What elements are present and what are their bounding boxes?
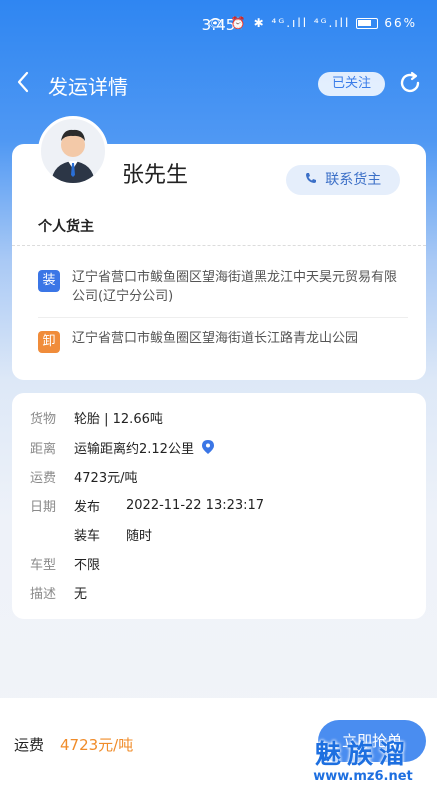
phone-icon	[305, 172, 321, 188]
refresh-icon[interactable]	[397, 70, 423, 96]
distance-label: 距离	[30, 441, 57, 457]
date-label: 日期	[30, 499, 57, 515]
location-pin-icon[interactable]	[201, 440, 214, 454]
cargo-label: 货物	[30, 411, 57, 427]
battery-percent: 66%	[384, 16, 417, 30]
person-avatar-icon	[51, 129, 95, 183]
freight-row: 运费 4723元/吨	[30, 466, 137, 486]
unload-badge: 卸	[38, 331, 60, 353]
nav-bar: 发运详情 已关注	[0, 62, 437, 106]
loading-value: 随时	[126, 528, 153, 544]
bottom-fee-label: 运费	[14, 736, 45, 754]
watermark-url: www.mz6.net	[313, 769, 413, 784]
distance-value: 运输距离约2.12公里	[74, 441, 194, 457]
load-badge: 装	[38, 270, 60, 292]
watermark-title: 魅族溜	[314, 740, 411, 770]
follow-button[interactable]: 已关注	[317, 72, 385, 96]
contact-owner-label: 联系货主	[325, 172, 382, 188]
vehicle-row: 车型 不限	[30, 553, 100, 573]
description-label: 描述	[30, 586, 57, 602]
cargo-value: 轮胎 | 12.66吨	[74, 411, 163, 427]
battery-icon	[356, 17, 379, 29]
watermark: 魅族溜 www.mz6.net	[298, 742, 428, 783]
vehicle-value: 不限	[74, 557, 101, 573]
owner-name: 张先生	[122, 163, 189, 188]
description-row: 描述 无	[30, 582, 87, 602]
avatar	[38, 116, 108, 186]
status-indicator-icons: 👁 ⏰ ✱ ⁴ᴳ.ıll ⁴ᴳ.ıll	[207, 16, 351, 30]
card-divider	[12, 245, 426, 246]
back-arrow-icon[interactable]	[16, 70, 30, 99]
publish-value: 2022-11-22 13:23:17	[126, 497, 265, 513]
contact-owner-button[interactable]: 联系货主	[286, 165, 400, 195]
load-address: 辽宁省营口市鲅鱼圈区望海街道黑龙江中天昊元贸易有限公司(辽宁分公司)	[72, 270, 398, 304]
publish-label: 发布	[74, 499, 101, 515]
cargo-row: 货物 轮胎 | 12.66吨	[30, 407, 163, 427]
bottom-fee-value: 4723元/吨	[60, 736, 134, 754]
date-row: 日期 发布 2022-11-22 13:23:17	[30, 495, 264, 515]
loading-label: 装车	[74, 528, 101, 544]
route-unload: 卸 辽宁省营口市鲅鱼圈区望海街道长江路青龙山公园	[38, 329, 408, 353]
status-icons: 👁 ⏰ ✱ ⁴ᴳ.ıll ⁴ᴳ.ıll 66%	[208, 16, 417, 30]
distance-row: 距离 运输距离约2.12公里	[30, 437, 214, 457]
unload-address: 辽宁省营口市鲅鱼圈区望海街道长江路青龙山公园	[72, 331, 359, 346]
vehicle-label: 车型	[30, 557, 57, 573]
description-value: 无	[74, 586, 88, 602]
freight-label: 运费	[30, 470, 57, 486]
status-bar: 3:45 👁 ⏰ ✱ ⁴ᴳ.ıll ⁴ᴳ.ıll 66%	[0, 0, 437, 50]
page-title: 发运详情	[48, 75, 128, 99]
route-load: 装 辽宁省营口市鲅鱼圈区望海街道黑龙江中天昊元贸易有限公司(辽宁分公司)	[38, 268, 408, 306]
route-separator	[38, 317, 408, 318]
loading-row: 装车 随时	[74, 524, 152, 544]
owner-type: 个人货主	[38, 219, 94, 235]
freight-value: 4723元/吨	[74, 470, 138, 486]
